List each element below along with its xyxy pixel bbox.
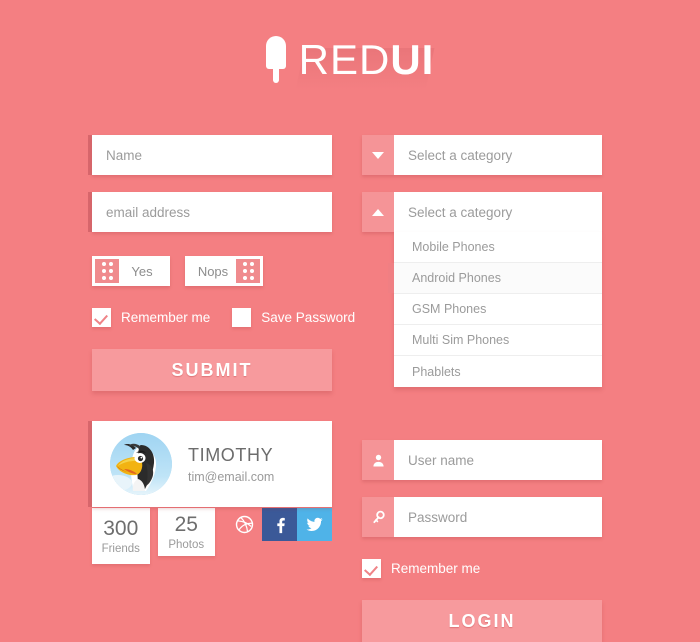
logo-text-bold: UI [390, 36, 435, 83]
profile-card-header: TIMOTHY tim@email.com [88, 421, 332, 507]
email-input[interactable] [92, 192, 332, 232]
stat-photos-value: 25 [174, 512, 198, 536]
dropdown-option-label: Android Phones [412, 271, 501, 285]
chevron-up-icon[interactable] [362, 192, 394, 232]
dropdown-option-label: Phablets [412, 364, 461, 379]
dropdown-option-label: Multi Sim Phones [412, 333, 510, 347]
facebook-button[interactable] [262, 508, 297, 541]
dribbble-icon [235, 515, 254, 534]
profile-info: TIMOTHY tim@email.com [188, 445, 274, 484]
right-column: Select a category Select a category Mobi… [362, 135, 602, 642]
toggle-row: Yes Nops [92, 256, 332, 286]
password-field-wrapper [362, 497, 602, 537]
submit-button[interactable]: SUBMIT [92, 349, 332, 391]
category-select-open-value: Select a category [394, 192, 602, 232]
login-button[interactable]: LOGIN [362, 600, 602, 642]
form-columns: Yes Nops Remember me Save Password SUBMI… [88, 135, 700, 642]
category-select-open[interactable]: Select a category [362, 192, 602, 232]
facebook-icon [276, 517, 285, 533]
profile-name: TIMOTHY [188, 444, 274, 465]
login-remember-me-checkbox[interactable] [362, 559, 381, 578]
left-column: Yes Nops Remember me Save Password SUBMI… [88, 135, 355, 642]
avatar [110, 433, 172, 495]
dropdown-option-label: Mobile Phones [412, 240, 495, 254]
dropdown-option-label: GSM Phones [412, 302, 487, 316]
key-icon [362, 497, 394, 537]
password-input[interactable] [394, 497, 602, 537]
stat-photos-label: Photos [168, 538, 205, 551]
toggle-grip-icon [95, 259, 119, 283]
toucan-avatar-icon [110, 433, 172, 495]
email-field-wrapper [88, 192, 332, 232]
stat-friends-value: 300 [103, 516, 139, 540]
dropdown-option-mobile-phones[interactable]: Mobile Phones [394, 232, 602, 263]
brand-logo: REDUI [0, 36, 700, 84]
twitter-button[interactable] [297, 508, 332, 541]
logo-text-light: RED [298, 36, 391, 83]
profile-card: TIMOTHY tim@email.com 300 Friends 25 Pho… [88, 421, 332, 564]
remember-me-checkbox[interactable] [92, 308, 111, 327]
stat-photos: 25 Photos [157, 508, 215, 556]
profile-email: tim@email.com [188, 469, 275, 484]
user-icon [362, 440, 394, 480]
page-header: REDUI [0, 0, 700, 135]
stat-friends-label: Friends [101, 542, 140, 555]
toggle-yes[interactable]: Yes [92, 256, 170, 286]
save-password-label: Save Password [261, 310, 356, 325]
toggle-grip-icon [236, 259, 260, 283]
profile-card-footer: 300 Friends 25 Photos [92, 508, 332, 564]
login-checkbox-row: Remember me [362, 559, 602, 578]
dropdown-option-multi-sim-phones[interactable]: Multi Sim Phones [394, 325, 602, 356]
chevron-down-icon[interactable] [362, 135, 394, 175]
name-input[interactable] [92, 135, 332, 175]
login-remember-me-label: Remember me [391, 561, 481, 576]
category-select-closed-value: Select a category [394, 135, 602, 175]
popsicle-icon [265, 36, 286, 84]
category-dropdown-list: Mobile Phones Android Phones GSM Phones … [388, 232, 602, 387]
dropdown-option-android-phones[interactable]: Android Phones [388, 263, 602, 294]
dropdown-option-gsm-phones[interactable]: GSM Phones [394, 294, 602, 325]
remember-me-label: Remember me [121, 310, 211, 325]
category-select-closed[interactable]: Select a category [362, 135, 602, 175]
username-input[interactable] [394, 440, 602, 480]
save-password-checkbox[interactable] [232, 308, 252, 327]
stat-friends: 300 Friends [92, 508, 150, 564]
logo-text: REDUI [299, 39, 435, 81]
right-column-spacer [362, 404, 602, 440]
name-field-wrapper [88, 135, 332, 175]
dropdown-option-phablets[interactable]: Phablets [394, 356, 602, 387]
dribbble-button[interactable] [227, 508, 262, 541]
social-links [227, 508, 332, 541]
twitter-icon [306, 517, 323, 531]
username-field-wrapper [362, 440, 602, 480]
category-select-open-group: Select a category Mobile Phones Android … [362, 192, 602, 387]
toggle-nops[interactable]: Nops [185, 256, 263, 286]
checkbox-row: Remember me Save Password [92, 308, 355, 327]
